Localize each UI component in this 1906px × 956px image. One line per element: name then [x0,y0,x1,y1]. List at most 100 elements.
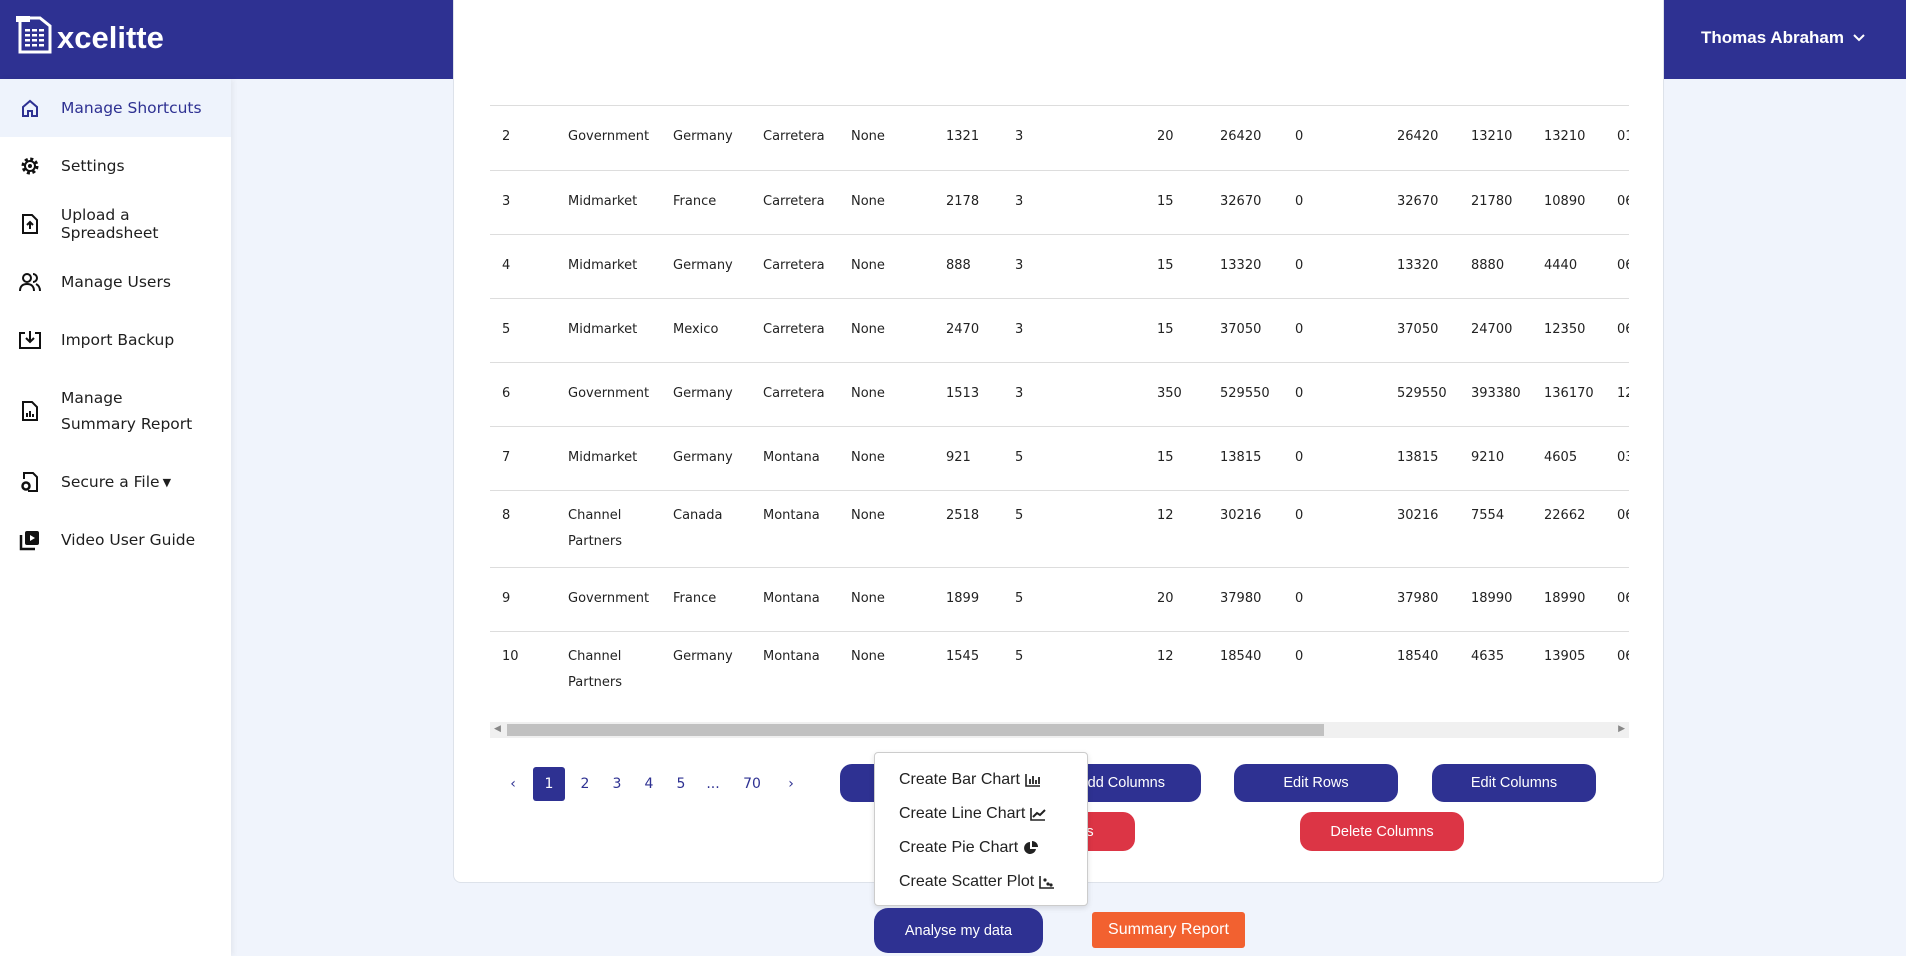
spreadsheet-logo-icon [16,16,52,54]
menu-item-label: Create Scatter Plot [899,873,1035,890]
menu-item-label: Create Line Chart [899,805,1026,822]
table-cell: Carretera [763,362,851,427]
table-row[interactable]: 4 Midmarket Germany Carretera None 888 3 15 1332… [490,234,1629,299]
table-cell: 2470 [946,298,1015,363]
table-cell: 3 [1015,298,1157,363]
create-pie-chart-item[interactable]: Create Pie Chart [875,831,1087,865]
sidebar-item-import-backup[interactable]: Import Backup [0,311,231,369]
data-table-container: 2 Government Germany Carretera None 1321 3 20 26… [490,105,1629,705]
table-cell: France [673,567,763,632]
sidebar-item-settings[interactable]: Settings [0,137,231,195]
table-cell: 18540 [1397,631,1471,705]
sidebar-item-video-user-guide[interactable]: Video User Guide [0,511,231,569]
table-cell: 1899 [946,567,1015,632]
analyse-my-data-button[interactable]: Analyse my data [874,908,1043,953]
scroll-right-arrow[interactable]: ▶ [1618,724,1625,734]
table-cell: 0 [1295,426,1397,491]
create-bar-chart-item[interactable]: Create Bar Chart [875,763,1087,797]
logo[interactable]: xcelitte [16,14,164,54]
table-cell: 393380 [1471,362,1544,427]
table-cell: None [851,631,946,705]
table-cell: 0 [1295,631,1397,705]
table-cell: 18540 [1220,631,1295,705]
page-1[interactable]: 1 [533,767,565,801]
table-row[interactable]: 9 Government France Montana None 1899 5 20 37980… [490,567,1629,632]
edit-columns-button[interactable]: Edit Columns [1432,764,1596,802]
table-cell: 8880 [1471,234,1544,299]
next-page-button[interactable]: › [775,767,807,801]
video-icon [18,528,42,552]
table-cell: 30216 [1397,490,1471,568]
table-row[interactable]: 5 Midmarket Mexico Carretera None 2470 3 15 3705… [490,298,1629,363]
edit-rows-button[interactable]: Edit Rows [1234,764,1398,802]
horizontal-scrollbar[interactable]: ◀ ▶ [490,722,1629,738]
users-icon [18,270,42,294]
table-cell: 1545 [946,631,1015,705]
table-cell: 12 [1157,631,1220,705]
create-line-chart-item[interactable]: Create Line Chart [875,797,1087,831]
sidebar-item-label: Manage Users [61,273,171,291]
report-icon [18,399,42,423]
summary-report-button[interactable]: Summary Report [1092,912,1245,948]
page-3[interactable]: 3 [601,767,633,801]
user-name: Thomas Abraham [1701,28,1844,47]
page-70[interactable]: 70 [729,767,775,801]
table-cell: 4605 [1544,426,1617,491]
sidebar-item-manage-summary-report[interactable]: Manage Summary Report [0,369,231,453]
table-cell: 888 [946,234,1015,299]
table-cell: 32670 [1397,170,1471,235]
page-2[interactable]: 2 [569,767,601,801]
table-cell: 30216 [1220,490,1295,568]
scrollbar-thumb[interactable] [507,724,1324,736]
table-cell: 13815 [1220,426,1295,491]
table-cell: Germany [673,362,763,427]
table-cell: Montana [763,631,851,705]
table-cell: 01 [1617,106,1629,171]
table-cell: 24700 [1471,298,1544,363]
table-cell: None [851,426,946,491]
table-cell: 13905 [1544,631,1617,705]
user-menu[interactable]: Thomas Abraham [1701,28,1866,48]
table-cell: None [851,567,946,632]
page-5[interactable]: 5 [665,767,697,801]
table-cell: 26420 [1397,106,1471,171]
table-cell: 1513 [946,362,1015,427]
table-cell: 2518 [946,490,1015,568]
table-cell: 06 [1617,170,1629,235]
scroll-left-arrow[interactable]: ◀ [494,724,501,734]
table-row[interactable]: 10 Channel Partners Germany Montana None 1545… [490,631,1629,705]
sidebar-item-secure-file[interactable]: Secure a File ▼ [0,453,231,511]
table-cell: 15 [1157,170,1220,235]
table-cell: 5 [1015,490,1157,568]
table-cell: 26420 [1220,106,1295,171]
table-cell: 20 [1157,106,1220,171]
table-cell: 12350 [1544,298,1617,363]
table-cell: Germany [673,631,763,705]
table-cell: 7554 [1471,490,1544,568]
table-row[interactable]: 2 Government Germany Carretera None 1321 3 20 26… [490,106,1629,171]
prev-page-button[interactable]: ‹ [497,767,529,801]
table-row[interactable]: 8 Channel Partners Canada Montana None 2518 5 1… [490,490,1629,568]
sidebar-item-label: Secure a File [61,473,160,491]
table-cell: Canada [673,490,763,568]
caret-down-icon: ▼ [162,475,172,489]
table-cell: 13210 [1471,106,1544,171]
delete-columns-button[interactable]: Delete Columns [1300,812,1464,851]
page-4[interactable]: 4 [633,767,665,801]
table-cell: Channel Partners [568,631,673,705]
sidebar-item-upload-spreadsheet[interactable]: Upload a Spreadsheet [0,195,231,253]
table-row[interactable]: 7 Midmarket Germany Montana None 921 5 15 13815 0… [490,426,1629,491]
bar-chart-icon [1025,774,1040,787]
create-scatter-plot-item[interactable]: Create Scatter Plot [875,865,1087,899]
table-cell: None [851,298,946,363]
table-cell: France [673,170,763,235]
table-cell: 4 [490,234,568,299]
table-row[interactable]: 6 Government Germany Carretera None 1513 3 350 5… [490,362,1629,427]
table-cell: Midmarket [568,426,673,491]
table-row[interactable]: 3 Midmarket France Carretera None 2178 3 15 3267… [490,170,1629,235]
table-cell: 136170 [1544,362,1617,427]
table-cell: 0 [1295,170,1397,235]
sidebar-item-manage-users[interactable]: Manage Users [0,253,231,311]
sidebar-item-label: Import Backup [61,331,175,349]
sidebar-item-manage-shortcuts[interactable]: Manage Shortcuts [0,79,231,137]
